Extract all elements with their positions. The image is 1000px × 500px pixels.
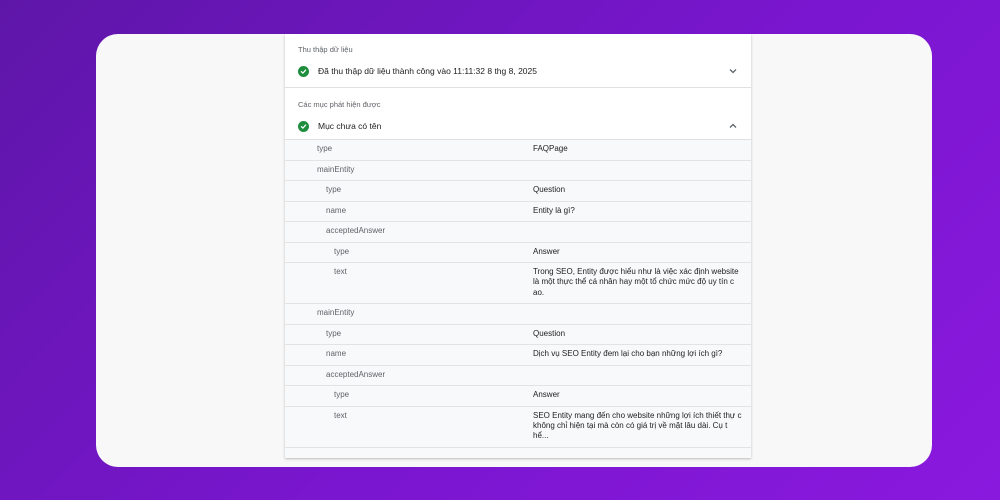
collection-status-text: Đã thu thập dữ liệu thành công vào 11:11… <box>318 66 537 76</box>
table-row: mainEntity <box>285 304 751 325</box>
row-key: acceptedAnswer <box>326 369 386 379</box>
row-key: text <box>334 267 347 276</box>
table-row: type FAQPage <box>285 140 751 161</box>
detected-section-label: Các mục phát hiện được <box>298 100 381 109</box>
row-value: Trong SEO, Entity được hiểu như là việc … <box>533 267 739 297</box>
table-row: type Question <box>285 325 751 345</box>
structured-data-table: type FAQPage mainEntity type Question name… <box>285 139 751 458</box>
row-value: Question <box>533 328 566 338</box>
row-value: FAQPage <box>533 144 568 153</box>
row-key: type <box>317 144 333 153</box>
row-value: SEO Entity mang đến cho website những lợ… <box>533 410 742 441</box>
row-key: type <box>326 328 342 338</box>
table-row: type Question <box>285 181 751 202</box>
row-value: Entity là gì? <box>533 205 575 215</box>
section-divider <box>285 87 751 88</box>
table-row: acceptedAnswer <box>285 222 751 243</box>
row-value: Question <box>533 185 566 194</box>
table-row: name Dịch vụ SEO Entity đem lại cho bạn n… <box>285 345 751 366</box>
row-key: name <box>326 349 347 358</box>
check-circle-icon <box>298 65 309 77</box>
table-row: acceptedAnswer <box>285 366 751 386</box>
row-key: text <box>334 410 347 420</box>
row-key: mainEntity <box>317 308 355 317</box>
row-key: name <box>326 205 347 215</box>
collection-section-label: Thu thập dữ liệu <box>298 45 353 54</box>
table-row: name Entity là gì? <box>285 202 751 222</box>
row-key: type <box>334 246 350 256</box>
row-value: Dịch vụ SEO Entity đem lại cho bạn những… <box>533 349 723 358</box>
row-value: Answer <box>533 390 560 399</box>
table-row: type Answer <box>285 386 751 407</box>
row-key: type <box>326 185 342 194</box>
check-circle-icon <box>298 120 309 132</box>
row-key: mainEntity <box>317 164 355 174</box>
collection-status-row[interactable]: Đã thu thập dữ liệu thành công vào 11:11… <box>298 63 738 79</box>
row-key: type <box>334 390 350 399</box>
row-key: acceptedAnswer <box>326 226 386 235</box>
table-row: text SEO Entity mang đến cho website nhữn… <box>285 407 751 448</box>
chevron-down-icon[interactable] <box>728 66 738 76</box>
detected-item-title: Mục chưa có tên <box>318 121 382 131</box>
table-row: text Trong SEO, Entity được hiểu như là v… <box>285 263 751 304</box>
table-row: type Answer <box>285 243 751 263</box>
chevron-up-icon[interactable] <box>728 121 738 131</box>
content-card: Thu thập dữ liệu Đã thu thập dữ liệu thà… <box>96 34 932 467</box>
row-value: Answer <box>533 246 560 256</box>
detected-item-row[interactable]: Mục chưa có tên <box>298 118 738 134</box>
rich-results-panel: Thu thập dữ liệu Đã thu thập dữ liệu thà… <box>285 34 751 458</box>
table-row: mainEntity <box>285 161 751 181</box>
